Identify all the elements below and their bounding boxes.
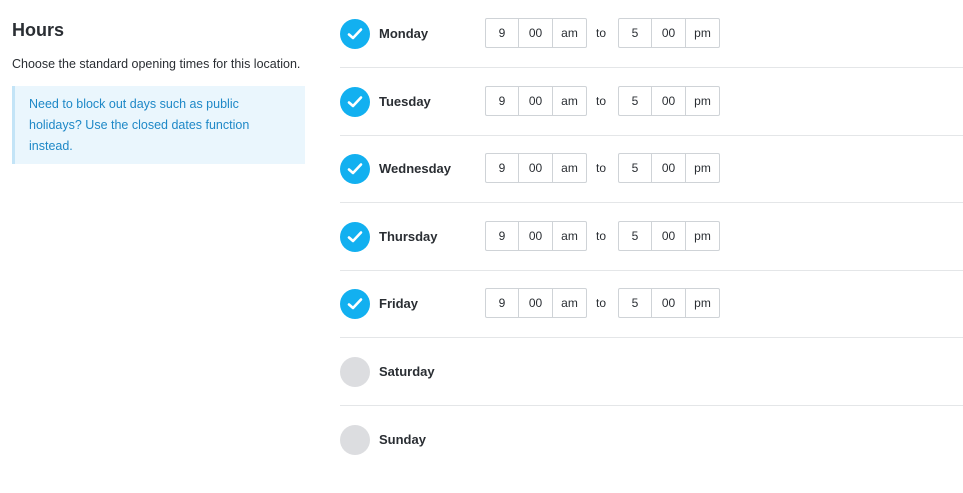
to-label: to bbox=[596, 229, 607, 243]
checkmark-icon bbox=[347, 231, 363, 243]
open-minute-field[interactable]: 00 bbox=[519, 19, 553, 47]
to-label: to bbox=[596, 26, 607, 40]
close-period-field[interactable]: pm bbox=[686, 222, 719, 250]
close-minute-field[interactable]: 00 bbox=[652, 289, 686, 317]
open-hour-field[interactable]: 9 bbox=[486, 87, 519, 115]
day-row-monday: Monday 9 00 am to 5 00 pm bbox=[340, 0, 963, 68]
close-hour-field[interactable]: 5 bbox=[619, 154, 652, 182]
to-label: to bbox=[596, 94, 607, 108]
checkmark-icon bbox=[347, 96, 363, 108]
day-toggle-thursday[interactable] bbox=[340, 222, 370, 252]
open-period-field[interactable]: am bbox=[553, 19, 586, 47]
day-label: Wednesday bbox=[379, 161, 452, 176]
close-period-field[interactable]: pm bbox=[686, 19, 719, 47]
open-hour-field[interactable]: 9 bbox=[486, 19, 519, 47]
close-hour-field[interactable]: 5 bbox=[619, 289, 652, 317]
checkmark-icon bbox=[347, 298, 363, 310]
open-hour-field[interactable]: 9 bbox=[486, 154, 519, 182]
day-row-tuesday: Tuesday 9 00 am to 5 00 pm bbox=[340, 68, 963, 136]
close-hour-field[interactable]: 5 bbox=[619, 87, 652, 115]
closing-time-picker: 5 00 pm bbox=[618, 86, 720, 116]
checkmark-icon bbox=[347, 163, 363, 175]
opening-time-picker: 9 00 am bbox=[485, 288, 587, 318]
open-minute-field[interactable]: 00 bbox=[519, 222, 553, 250]
open-hour-field[interactable]: 9 bbox=[486, 222, 519, 250]
open-minute-field[interactable]: 00 bbox=[519, 87, 553, 115]
close-minute-field[interactable]: 00 bbox=[652, 19, 686, 47]
day-toggle-saturday[interactable] bbox=[340, 357, 370, 387]
day-label: Friday bbox=[379, 296, 419, 311]
open-period-field[interactable]: am bbox=[553, 289, 586, 317]
day-toggle-wednesday[interactable] bbox=[340, 154, 370, 184]
day-row-friday: Friday 9 00 am to 5 00 pm bbox=[340, 270, 963, 338]
close-period-field[interactable]: pm bbox=[686, 154, 719, 182]
open-minute-field[interactable]: 00 bbox=[519, 289, 553, 317]
open-period-field[interactable]: am bbox=[553, 154, 586, 182]
open-hour-field[interactable]: 9 bbox=[486, 289, 519, 317]
day-toggle-monday[interactable] bbox=[340, 19, 370, 49]
opening-time-picker: 9 00 am bbox=[485, 18, 587, 48]
close-hour-field[interactable]: 5 bbox=[619, 222, 652, 250]
page-title: Hours bbox=[12, 20, 65, 40]
open-minute-field[interactable]: 00 bbox=[519, 154, 553, 182]
opening-time-picker: 9 00 am bbox=[485, 86, 587, 116]
close-minute-field[interactable]: 00 bbox=[652, 87, 686, 115]
to-label: to bbox=[596, 161, 607, 175]
close-period-field[interactable]: pm bbox=[686, 289, 719, 317]
day-row-wednesday: Wednesday 9 00 am to 5 00 pm bbox=[340, 135, 963, 203]
closing-time-picker: 5 00 pm bbox=[618, 221, 720, 251]
day-toggle-sunday[interactable] bbox=[340, 425, 370, 455]
day-label: Sunday bbox=[379, 432, 426, 447]
page-subtitle: Choose the standard opening times for th… bbox=[12, 57, 301, 71]
day-row-sunday: Sunday bbox=[340, 406, 963, 474]
day-row-thursday: Thursday 9 00 am to 5 00 pm bbox=[340, 203, 963, 271]
day-label: Tuesday bbox=[379, 94, 431, 109]
close-hour-field[interactable]: 5 bbox=[619, 19, 652, 47]
closing-time-picker: 5 00 pm bbox=[618, 18, 720, 48]
closing-time-picker: 5 00 pm bbox=[618, 153, 720, 183]
opening-time-picker: 9 00 am bbox=[485, 153, 587, 183]
closing-time-picker: 5 00 pm bbox=[618, 288, 720, 318]
checkmark-icon bbox=[347, 28, 363, 40]
opening-time-picker: 9 00 am bbox=[485, 221, 587, 251]
day-label: Thursday bbox=[379, 229, 438, 244]
day-toggle-tuesday[interactable] bbox=[340, 87, 370, 117]
day-row-saturday: Saturday bbox=[340, 338, 963, 406]
open-period-field[interactable]: am bbox=[553, 222, 586, 250]
open-period-field[interactable]: am bbox=[553, 87, 586, 115]
close-minute-field[interactable]: 00 bbox=[652, 154, 686, 182]
day-label: Monday bbox=[379, 26, 429, 41]
day-label: Saturday bbox=[379, 364, 435, 379]
close-minute-field[interactable]: 00 bbox=[652, 222, 686, 250]
close-period-field[interactable]: pm bbox=[686, 87, 719, 115]
to-label: to bbox=[596, 296, 607, 310]
day-toggle-friday[interactable] bbox=[340, 289, 370, 319]
closed-dates-notice: Need to block out days such as public ho… bbox=[12, 86, 305, 164]
